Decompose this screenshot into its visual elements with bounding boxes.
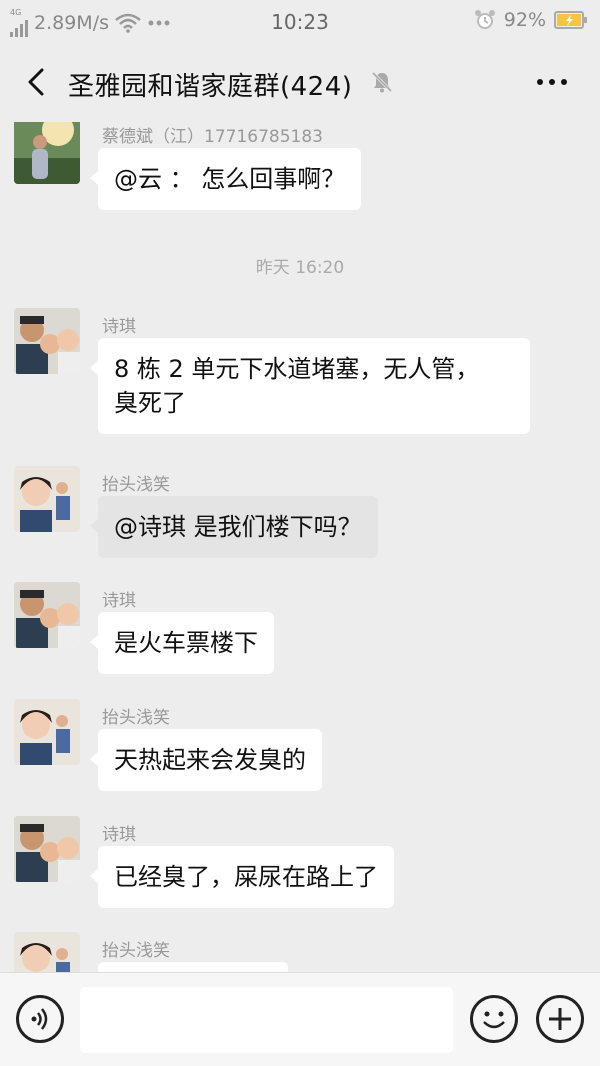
message-text-line: 臭死了 — [114, 389, 186, 417]
message-bubble[interactable]: 8 栋 2 单元下水道堵塞，无人管， 臭死了 — [90, 338, 530, 434]
emoji-icon[interactable] — [470, 995, 518, 1043]
status-right: 92% — [474, 9, 588, 31]
sender-name: 诗琪 — [102, 317, 136, 337]
alarm-icon — [474, 10, 495, 29]
message-bubble[interactable]: 天热起来会发臭的 — [90, 729, 322, 791]
chat-title: 圣雅园和谐家庭群(424) — [68, 72, 353, 102]
message-text: @诗琪 是我们楼下吗？ — [114, 513, 362, 541]
avatar[interactable] — [14, 582, 80, 648]
chevron-left-icon[interactable] — [20, 64, 56, 100]
message-text: 已经臭了，屎尿在路上了 — [114, 863, 378, 891]
message-text: @云 ： 怎么回事啊？ — [114, 165, 346, 193]
avatar[interactable] — [14, 699, 80, 765]
sender-name: 抬头浅笑 — [102, 708, 170, 728]
status-bar: 4G 2.89M/s 10:23 92% — [0, 0, 600, 42]
bell-muted-icon — [371, 71, 393, 93]
time-separator: 昨天 16:20 — [255, 258, 345, 278]
battery-level: 92% — [503, 9, 546, 31]
message-bubble[interactable] — [98, 962, 288, 972]
sender-name: 抬头浅笑 — [102, 475, 170, 495]
message-bubble[interactable]: @诗琪 是我们楼下吗？ — [90, 496, 378, 558]
chat-header: 圣雅园和谐家庭群(424) — [0, 42, 600, 122]
sender-name: 蔡德斌（江）17716785183 — [102, 127, 323, 147]
voice-icon[interactable] — [16, 995, 64, 1043]
plus-icon[interactable] — [536, 995, 584, 1043]
message-bubble[interactable]: 已经臭了，屎尿在路上了 — [90, 846, 394, 908]
avatar[interactable] — [14, 816, 80, 882]
sender-name: 抬头浅笑 — [102, 941, 170, 961]
message-bubble[interactable]: @云 ： 怎么回事啊？ — [89, 148, 362, 210]
message-text: 天热起来会发臭的 — [114, 746, 306, 774]
more-dots-icon[interactable] — [534, 70, 570, 94]
avatar[interactable] — [14, 932, 80, 972]
battery-icon — [554, 11, 587, 29]
sender-name: 诗琪 — [102, 591, 136, 611]
chat-message-list[interactable]: 蔡德斌（江）17716785183 @云 ： 怎么回事啊？ 昨天 16:20 诗… — [0, 122, 600, 972]
sender-name: 诗琪 — [102, 825, 136, 845]
input-bar — [0, 972, 600, 1066]
message-text-line: 8 栋 2 单元下水道堵塞，无人管， — [114, 355, 480, 383]
message-input[interactable] — [80, 987, 453, 1053]
avatar[interactable] — [14, 308, 80, 374]
avatar[interactable] — [14, 466, 80, 532]
message-bubble[interactable]: 是火车票楼下 — [90, 612, 274, 674]
message-text: 是火车票楼下 — [114, 629, 258, 657]
avatar[interactable] — [14, 122, 80, 184]
